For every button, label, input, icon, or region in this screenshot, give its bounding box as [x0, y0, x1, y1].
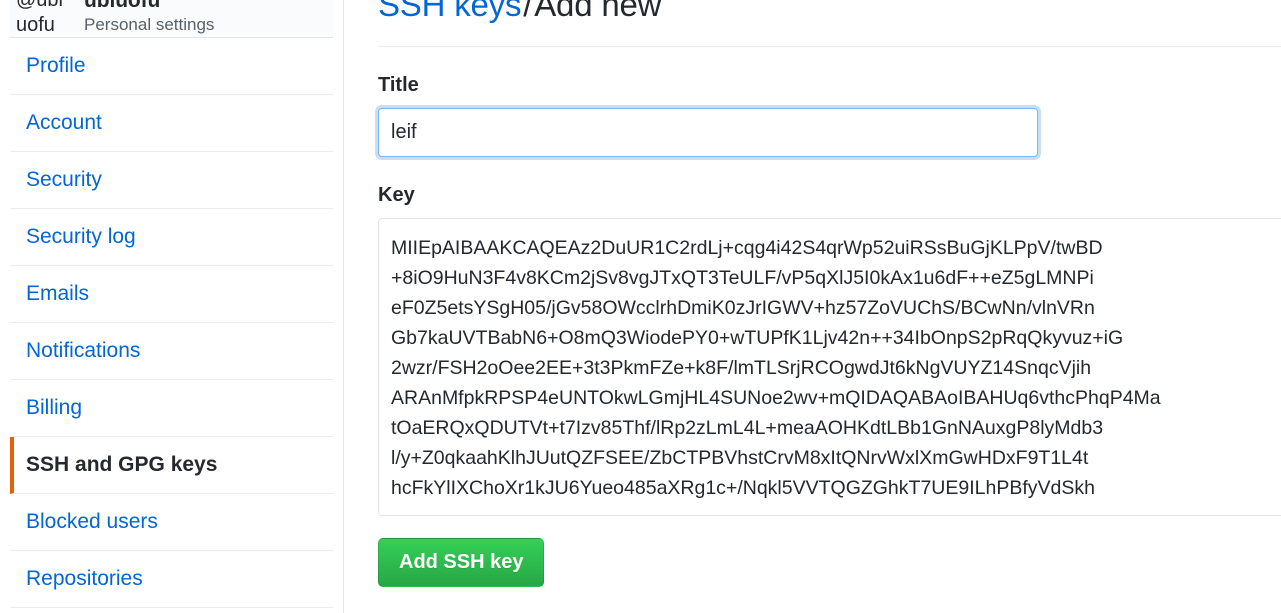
breadcrumb-link-ssh-keys[interactable]: SSH keys	[378, 0, 521, 23]
sidebar-item-label: Blocked users	[26, 510, 158, 533]
sidebar-item-security[interactable]: Security	[10, 152, 333, 209]
breadcrumb: SSH keys/Add new	[378, 0, 1281, 24]
sidebar-item-blocked-users[interactable]: Blocked users	[10, 494, 333, 551]
sidebar-item-billing[interactable]: Billing	[10, 380, 333, 437]
account-meta: ubluofu Personal settings	[84, 0, 214, 36]
sidebar-item-emails[interactable]: Emails	[10, 266, 333, 323]
sidebar-item-label: Security log	[26, 225, 136, 248]
account-username: ubluofu	[84, 0, 161, 12]
sidebar-item-label: Repositories	[26, 567, 143, 590]
breadcrumb-current: Add new	[534, 0, 662, 23]
submit-row: Add SSH key	[378, 538, 1281, 588]
settings-sidebar: @ubluofu ubluofu Personal settings Profi…	[0, 0, 344, 613]
avatar: @ubluofu	[16, 0, 74, 38]
sidebar-item-profile[interactable]: Profile	[10, 38, 333, 95]
sidebar-item-label: Security	[26, 168, 102, 191]
sidebar-item-label: Emails	[26, 282, 90, 305]
sidebar-item-repositories[interactable]: Repositories	[10, 551, 333, 608]
account-header: @ubluofu ubluofu Personal settings	[10, 0, 333, 38]
account-subtitle: Personal settings	[84, 15, 215, 34]
title-input[interactable]	[378, 108, 1038, 158]
key-textarea-container	[378, 218, 1281, 517]
add-ssh-key-button[interactable]: Add SSH key	[378, 538, 545, 588]
main-content: SSH keys/Add new Title Key Add SSH key	[344, 0, 1281, 613]
sidebar-item-label: Notifications	[26, 339, 141, 362]
sidebar-item-ssh-and-gpg-keys[interactable]: SSH and GPG keys	[10, 437, 333, 494]
sidebar-item-label: Billing	[26, 396, 83, 419]
sidebar-item-notifications[interactable]: Notifications	[10, 323, 333, 380]
sidebar-item-label: Profile	[26, 54, 86, 77]
settings-page: @ubluofu ubluofu Personal settings Profi…	[0, 0, 1281, 613]
sidebar-item-account[interactable]: Account	[10, 95, 333, 152]
title-field-label: Title	[378, 74, 419, 97]
sidebar-menu: Profile Account Security Security log Emails…	[10, 38, 333, 608]
breadcrumb-separator: /	[523, 0, 533, 23]
key-textarea[interactable]	[379, 219, 1281, 516]
avatar-alt-text: @ubluofu	[16, 0, 63, 36]
key-field-label: Key	[378, 184, 415, 207]
sidebar-item-label: SSH and GPG keys	[26, 453, 218, 476]
header-divider	[378, 46, 1281, 48]
sidebar-item-security-log[interactable]: Security log	[10, 209, 333, 266]
sidebar-item-label: Account	[26, 111, 102, 134]
